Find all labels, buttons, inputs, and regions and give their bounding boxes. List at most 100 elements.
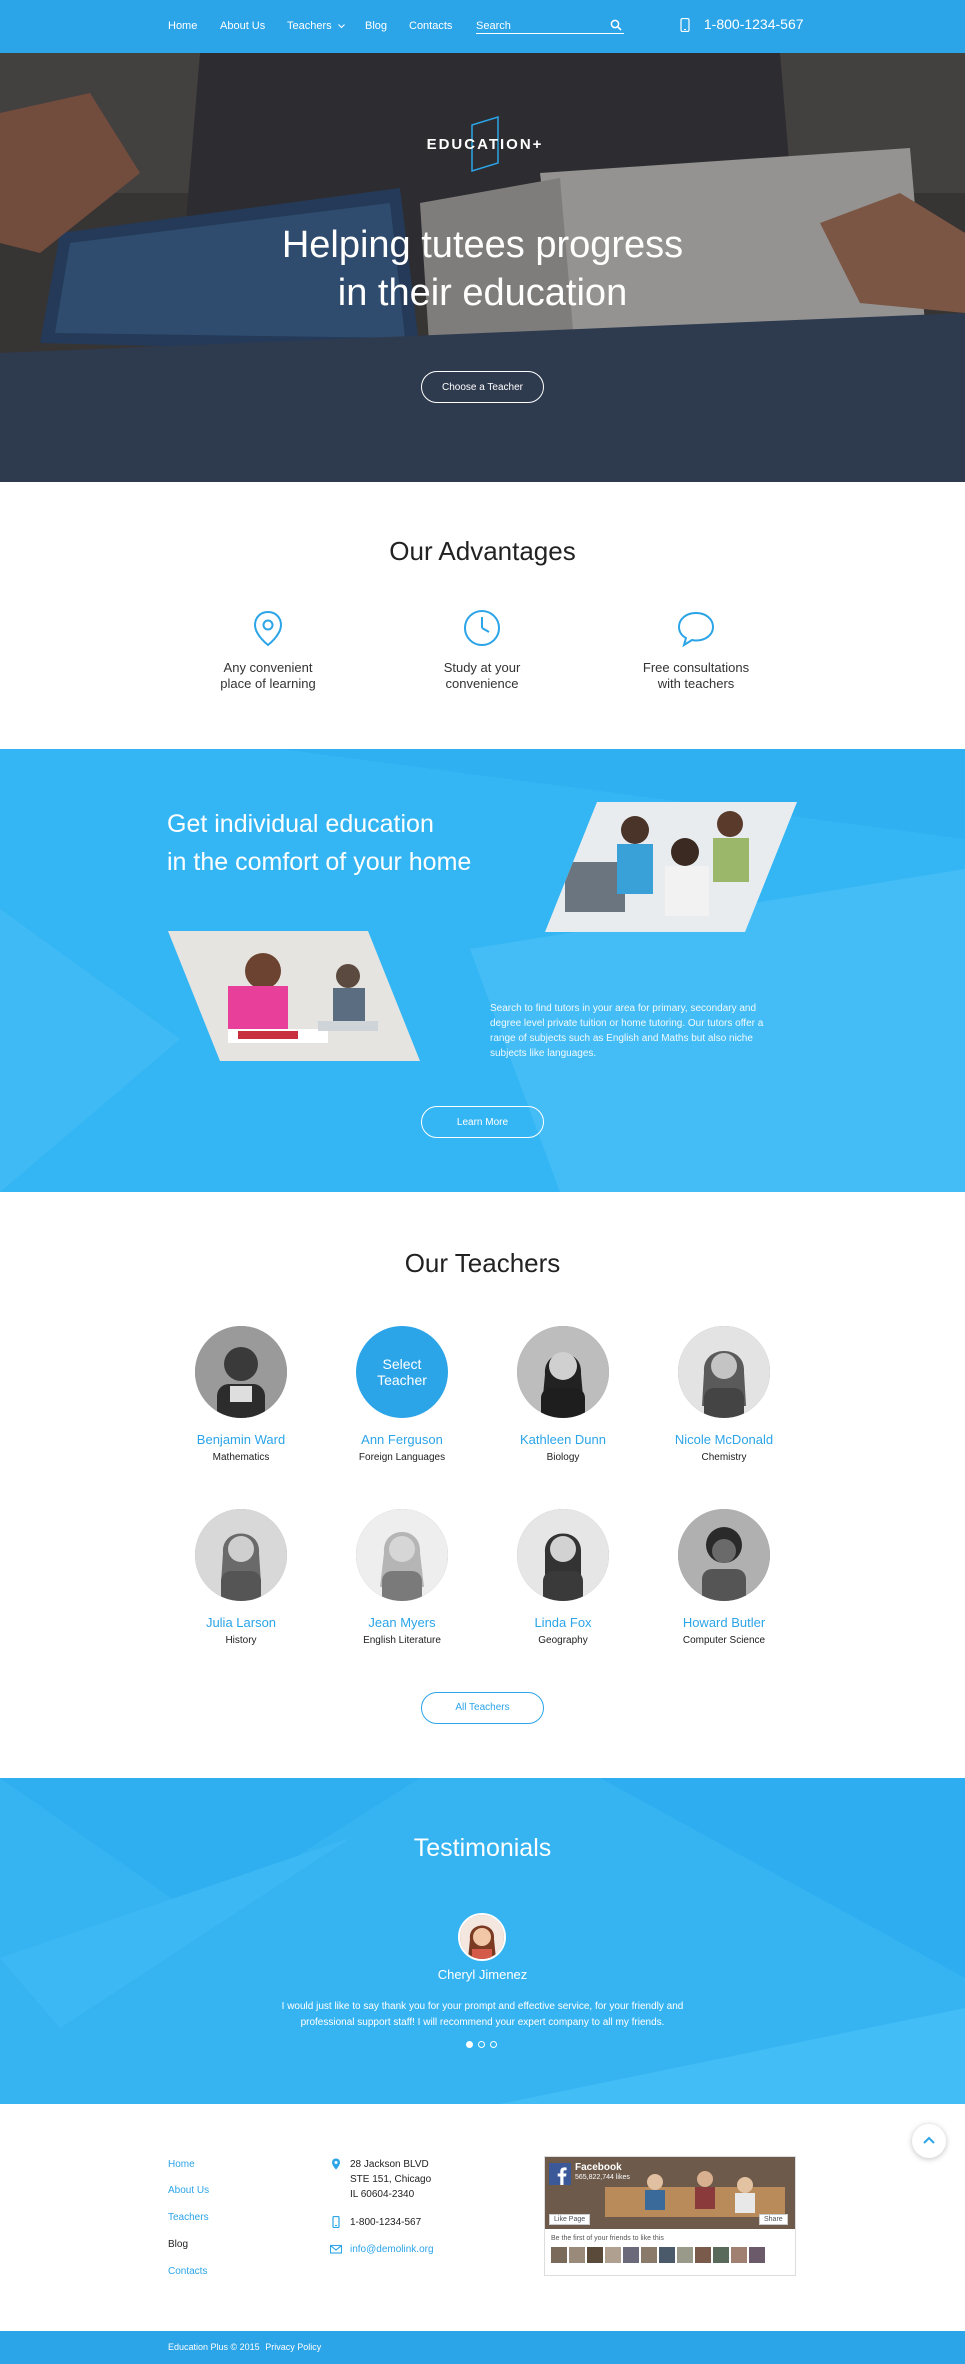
testimonial-author: Cheryl Jimenez	[437, 1967, 528, 1982]
testimonial-avatar	[458, 1913, 506, 1961]
advantage-label-line2: convenience	[445, 676, 519, 691]
hero-section: EDUCATION+ Helping tutees progress in th…	[0, 53, 965, 482]
teacher-name[interactable]: Ann Ferguson	[322, 1432, 482, 1447]
footer-link-teachers[interactable]: Teachers	[168, 2212, 209, 2223]
advantage-label-line1: Any convenient	[223, 660, 313, 675]
teacher-card[interactable]: Kathleen Dunn Biology	[483, 1326, 643, 1463]
logo-text: EDUCATION+	[426, 136, 544, 153]
logo[interactable]: EDUCATION+	[420, 115, 550, 173]
teacher-subject: Foreign Languages	[358, 1452, 446, 1463]
teacher-card[interactable]: Howard Butler Computer Science	[644, 1509, 804, 1646]
phone-icon	[332, 2216, 340, 2228]
nav-blog[interactable]: Blog	[365, 20, 387, 32]
search-icon[interactable]	[610, 19, 622, 31]
address-line3: IL 60604-2340	[350, 2189, 415, 2200]
avatar[interactable]	[517, 1509, 609, 1601]
band-title: Get individual education in the comfort …	[167, 805, 471, 881]
nav-about-us[interactable]: About Us	[220, 20, 265, 32]
all-teachers-button[interactable]: All Teachers	[421, 1692, 544, 1724]
hero-title: Helping tutees progress in their educati…	[180, 221, 785, 317]
learn-more-button[interactable]: Learn More	[421, 1106, 544, 1138]
facebook-friends-text: Be the first of your friends to like thi…	[551, 2235, 664, 2242]
phone-icon	[680, 18, 690, 33]
teacher-card[interactable]: Linda Fox Geography	[483, 1509, 643, 1646]
footer-link-home[interactable]: Home	[168, 2159, 195, 2170]
teacher-name[interactable]: Kathleen Dunn	[483, 1432, 643, 1447]
location-pin-icon	[332, 2158, 340, 2170]
teacher-name[interactable]: Howard Butler	[644, 1615, 804, 1630]
nav-home[interactable]: Home	[168, 20, 197, 32]
advantage-label-line1: Study at your	[443, 660, 521, 675]
band-title-line2: in the comfort of your home	[167, 848, 472, 876]
facebook-share-button[interactable]: Share	[759, 2214, 788, 2225]
avatar[interactable]	[517, 1326, 609, 1418]
teacher-name[interactable]: Nicole McDonald	[644, 1432, 804, 1447]
nav-contacts[interactable]: Contacts	[409, 20, 452, 32]
avatar[interactable]	[678, 1509, 770, 1601]
teacher-subject: Computer Science	[682, 1635, 766, 1646]
teacher-card[interactable]: Benjamin Ward Mathematics	[161, 1326, 321, 1463]
clock-icon	[464, 610, 500, 646]
teacher-name[interactable]: Benjamin Ward	[161, 1432, 321, 1447]
footer-email[interactable]: info@demolink.org	[350, 2242, 434, 2257]
testimonials-section: Testimonials Cheryl Jimenez I would just…	[0, 1778, 965, 2104]
teacher-card[interactable]: Select Teacher Ann Ferguson Foreign Langu…	[322, 1326, 482, 1463]
footer-link-blog[interactable]: Blog	[168, 2239, 188, 2250]
facebook-title: Facebook	[575, 2162, 622, 2173]
students-group-photo	[545, 802, 797, 932]
facebook-logo-icon	[549, 2163, 571, 2185]
choose-teacher-button[interactable]: Choose a Teacher	[421, 371, 544, 403]
band-title-line1: Get individual education	[167, 810, 434, 838]
avatar[interactable]	[195, 1509, 287, 1601]
facebook-friends-avatars	[551, 2247, 765, 2263]
advantage-label-line2: place of learning	[220, 676, 316, 691]
teacher-name[interactable]: Linda Fox	[483, 1615, 643, 1630]
girl-reading-photo	[168, 931, 420, 1061]
copyright: Education Plus © 2015 Privacy Policy	[168, 2342, 321, 2352]
carousel-dot-active[interactable]	[466, 2041, 473, 2048]
teacher-subject: Chemistry	[701, 1452, 747, 1463]
advantage-label-line2: with teachers	[657, 676, 735, 691]
advantage-item: Study at your convenience	[397, 608, 567, 692]
search-box	[476, 16, 624, 34]
advantage-label-line1: Free consultations	[642, 660, 750, 675]
teacher-card[interactable]: Julia Larson History	[161, 1509, 321, 1646]
footer-phone: 1-800-1234-567	[350, 2217, 422, 2228]
teacher-card[interactable]: Nicole McDonald Chemistry	[644, 1326, 804, 1463]
header-phone-number: 1-800-1234-567	[703, 16, 804, 32]
testimonials-title: Testimonials	[413, 1834, 552, 1862]
nav-teachers[interactable]: Teachers	[287, 20, 345, 32]
copyright-text: Education Plus © 2015	[168, 2342, 260, 2352]
address-line1: 28 Jackson BLVD	[350, 2159, 429, 2170]
teacher-name[interactable]: Jean Myers	[322, 1615, 482, 1630]
select-teacher-overlay[interactable]: Select Teacher	[356, 1326, 448, 1418]
teacher-subject: English Literature	[363, 1635, 441, 1646]
avatar[interactable]	[678, 1326, 770, 1418]
footer-link-contacts[interactable]: Contacts	[168, 2266, 207, 2277]
chevron-up-icon	[923, 2136, 935, 2144]
hero-title-line2: in their education	[337, 272, 628, 314]
facebook-like-page-button[interactable]: Like Page	[549, 2214, 591, 2225]
footer-address: 28 Jackson BLVD STE 151, Chicago IL 6060…	[350, 2157, 431, 2202]
carousel-dot[interactable]	[478, 2041, 485, 2048]
location-pin-icon	[253, 610, 283, 647]
individual-education-section: Get individual education in the comfort …	[0, 749, 965, 1192]
footer-bottom-bar: Education Plus © 2015 Privacy Policy	[0, 2331, 965, 2364]
scroll-to-top-button[interactable]	[912, 2124, 946, 2158]
privacy-policy-link[interactable]: Privacy Policy	[265, 2342, 321, 2352]
facebook-widget[interactable]: Facebook 565,822,744 likes Like Page Sha…	[544, 2156, 796, 2276]
mail-icon	[330, 2244, 342, 2254]
testimonial-quote: I would just like to say thank you for y…	[281, 2001, 684, 2028]
teacher-name[interactable]: Julia Larson	[161, 1615, 321, 1630]
search-input[interactable]	[476, 17, 596, 32]
carousel-dot[interactable]	[490, 2041, 497, 2048]
nav-teachers-label: Teachers	[287, 20, 332, 32]
footer-link-about-us[interactable]: About Us	[168, 2185, 209, 2196]
advantages-title: Our Advantages	[389, 536, 576, 566]
teacher-subject: Biology	[546, 1452, 580, 1463]
teachers-title: Our Teachers	[404, 1248, 561, 1278]
avatar[interactable]	[356, 1509, 448, 1601]
chevron-down-icon	[337, 23, 345, 28]
avatar[interactable]	[195, 1326, 287, 1418]
teacher-card[interactable]: Jean Myers English Literature	[322, 1509, 482, 1646]
